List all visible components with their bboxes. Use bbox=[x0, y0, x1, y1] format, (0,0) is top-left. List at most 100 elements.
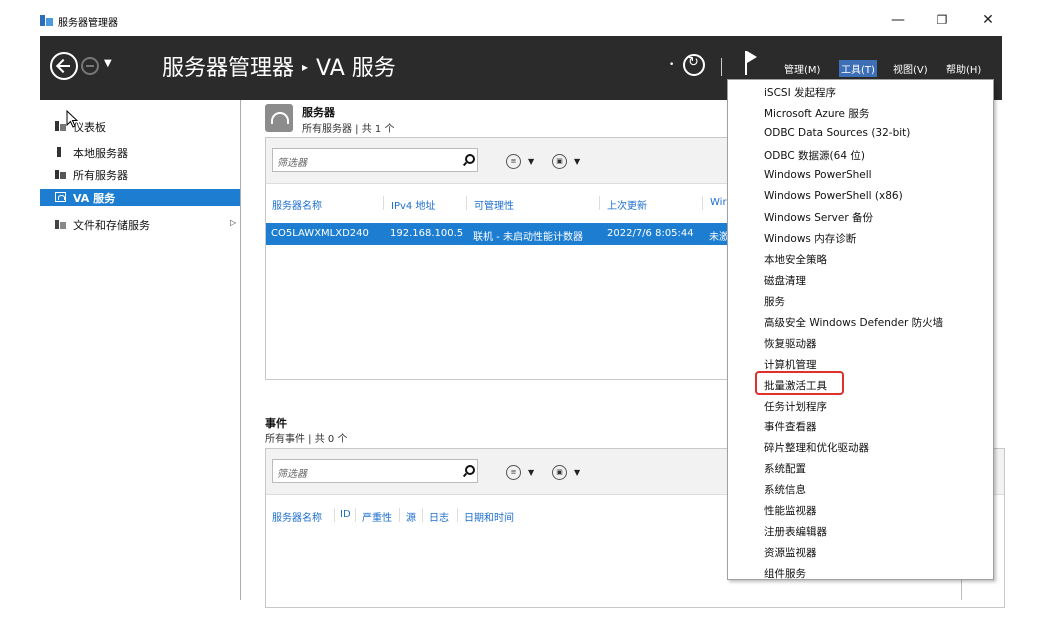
breadcrumb-root[interactable]: 服务器管理器 bbox=[162, 56, 294, 81]
title-bar: 服务器管理器 — ❐ ✕ bbox=[0, 0, 1038, 36]
column-header-source[interactable]: 源 bbox=[406, 509, 416, 524]
header-divider bbox=[721, 58, 722, 76]
breadcrumb-current: VA 服务 bbox=[316, 56, 396, 81]
filter-placeholder: 筛选器 bbox=[277, 158, 307, 169]
tools-menu-item[interactable]: 碎片整理和优化驱动器 bbox=[764, 440, 869, 455]
table-row[interactable]: CO5LAWXMLXD240 192.168.100.5 联机 - 未启动性能计… bbox=[266, 223, 734, 245]
cell-manageability: 联机 - 未启动性能计数器 bbox=[473, 232, 583, 243]
sidebar: 仪表板 本地服务器 所有服务器 VA 服务 文件和存储服务 ▷ bbox=[40, 100, 241, 600]
column-header-id[interactable]: ID bbox=[340, 509, 351, 520]
column-separator bbox=[702, 196, 703, 210]
server-manager-icon bbox=[40, 15, 53, 26]
column-separator bbox=[334, 508, 335, 522]
notifications-flag-icon[interactable] bbox=[745, 51, 759, 75]
chevron-down-icon[interactable]: ▼ bbox=[528, 157, 534, 166]
breadcrumb-separator: ▸ bbox=[302, 60, 309, 74]
search-icon[interactable] bbox=[463, 465, 475, 477]
tools-menu-item[interactable]: Windows PowerShell bbox=[764, 169, 872, 181]
servers-panel-subtitle: 所有服务器 | 共 1 个 bbox=[302, 124, 395, 135]
sidebar-item-local-server[interactable]: 本地服务器 bbox=[40, 144, 240, 161]
tools-menu-item[interactable]: 恢复驱动器 bbox=[764, 336, 817, 351]
menu-help[interactable]: 帮助(H) bbox=[946, 61, 981, 76]
tools-menu-item[interactable]: Microsoft Azure 服务 bbox=[764, 106, 869, 121]
tools-menu-item[interactable]: ODBC Data Sources (32-bit) bbox=[764, 127, 910, 139]
dashboard-icon bbox=[55, 121, 66, 131]
column-header-manageability[interactable]: 可管理性 bbox=[474, 197, 514, 212]
panel-edge bbox=[961, 580, 962, 600]
tools-menu-item[interactable]: 系统信息 bbox=[764, 482, 806, 497]
tools-menu-item[interactable]: 本地安全策略 bbox=[764, 252, 827, 267]
window-title: 服务器管理器 bbox=[58, 18, 118, 29]
filter-input[interactable]: 筛选器 bbox=[272, 148, 478, 172]
column-header-name[interactable]: 服务器名称 bbox=[272, 197, 322, 212]
tools-menu-item[interactable]: 系统配置 bbox=[764, 461, 806, 476]
list-options-icon[interactable]: ≡ bbox=[506, 465, 521, 480]
tools-menu-item[interactable]: iSCSI 发起程序 bbox=[764, 85, 836, 100]
tools-menu-item[interactable]: 组件服务 bbox=[764, 566, 806, 581]
servers-panel-title: 服务器 bbox=[302, 106, 335, 119]
tools-menu-item[interactable]: Windows Server 备份 bbox=[764, 210, 873, 225]
tools-menu-item[interactable]: 性能监视器 bbox=[764, 503, 817, 518]
refresh-icon[interactable] bbox=[683, 54, 705, 76]
tools-menu-item[interactable]: 高级安全 Windows Defender 防火墙 bbox=[764, 315, 943, 330]
mouse-cursor-icon bbox=[66, 110, 78, 128]
filter-input[interactable]: 筛选器 bbox=[272, 459, 478, 483]
column-header-name[interactable]: 服务器名称 bbox=[272, 509, 322, 524]
menu-manage[interactable]: 管理(M) bbox=[784, 61, 820, 76]
tools-menu-item[interactable]: 注册表编辑器 bbox=[764, 524, 827, 539]
tools-menu-item[interactable]: 磁盘清理 bbox=[764, 273, 806, 288]
cell-ipv4: 192.168.100.5 bbox=[390, 228, 464, 239]
tools-menu-item[interactable]: ODBC 数据源(64 位) bbox=[764, 148, 865, 163]
menu-tools[interactable]: 工具(T) bbox=[839, 60, 877, 77]
tools-menu-item[interactable]: Windows 内存诊断 bbox=[764, 231, 856, 246]
breadcrumb: 服务器管理器 ▸ VA 服务 bbox=[162, 50, 396, 82]
column-header-last-update[interactable]: 上次更新 bbox=[607, 197, 647, 212]
save-query-icon[interactable]: ▣ bbox=[552, 154, 567, 169]
chevron-down-icon[interactable]: ▼ bbox=[574, 157, 580, 166]
chevron-down-icon[interactable]: ▼ bbox=[104, 58, 112, 69]
events-panel-title: 事件 bbox=[265, 417, 287, 430]
list-options-icon[interactable]: ≡ bbox=[506, 154, 521, 169]
chevron-down-icon[interactable]: ▼ bbox=[574, 468, 580, 477]
sidebar-item-label: 所有服务器 bbox=[73, 169, 128, 182]
highlight-annotation-box bbox=[755, 371, 844, 395]
cell-last-update: 2022/7/6 8:05:44 bbox=[607, 228, 694, 239]
close-button[interactable]: ✕ bbox=[974, 8, 1002, 32]
sidebar-item-va-service[interactable]: VA 服务 bbox=[40, 189, 240, 206]
server-manager-window: 服务器管理器 — ❐ ✕ ▼ 服务器管理器 ▸ VA 服务 • 管理(M) 工具(T… bbox=[0, 0, 1038, 630]
sidebar-item-label: 文件和存储服务 bbox=[73, 219, 150, 232]
column-separator bbox=[399, 508, 400, 522]
expand-arrow-icon[interactable]: ▷ bbox=[230, 218, 236, 227]
minimize-button[interactable]: — bbox=[884, 8, 912, 32]
local-server-icon bbox=[55, 147, 66, 157]
tools-dropdown-menu: iSCSI 发起程序 Microsoft Azure 服务 ODBC Data So… bbox=[727, 79, 994, 580]
column-separator bbox=[383, 196, 384, 210]
chevron-down-icon[interactable]: ▼ bbox=[528, 468, 534, 477]
menu-view[interactable]: 视图(V) bbox=[893, 61, 928, 76]
tools-menu-item[interactable]: 计算机管理 bbox=[764, 357, 817, 372]
restore-button[interactable]: ❐ bbox=[928, 8, 956, 32]
sidebar-item-all-servers[interactable]: 所有服务器 bbox=[40, 166, 240, 183]
chevron-down-icon[interactable]: • bbox=[669, 60, 674, 70]
sidebar-item-file-storage[interactable]: 文件和存储服务 ▷ bbox=[40, 216, 240, 233]
forward-arrow-icon[interactable] bbox=[81, 57, 99, 75]
tools-menu-item[interactable]: 资源监视器 bbox=[764, 545, 817, 560]
filter-placeholder: 筛选器 bbox=[277, 469, 307, 480]
column-header-log[interactable]: 日志 bbox=[429, 509, 449, 524]
column-header-severity[interactable]: 严重性 bbox=[362, 509, 392, 524]
all-servers-icon bbox=[55, 169, 66, 179]
back-arrow-icon[interactable] bbox=[50, 52, 78, 80]
search-icon[interactable] bbox=[463, 154, 475, 166]
column-header-ipv4[interactable]: IPv4 地址 bbox=[391, 197, 435, 212]
column-header-datetime[interactable]: 日期和时间 bbox=[464, 509, 514, 524]
tools-menu-item[interactable]: 服务 bbox=[764, 294, 785, 309]
cell-server-name: CO5LAWXMLXD240 bbox=[271, 228, 369, 239]
tools-menu-item[interactable]: Windows PowerShell (x86) bbox=[764, 190, 903, 202]
column-header-windows[interactable]: Wir bbox=[710, 197, 727, 208]
tools-menu-item[interactable]: 事件查看器 bbox=[764, 419, 817, 434]
save-query-icon[interactable]: ▣ bbox=[552, 465, 567, 480]
tools-menu-item[interactable]: 任务计划程序 bbox=[764, 399, 827, 414]
column-separator bbox=[422, 508, 423, 522]
events-panel-subtitle: 所有事件 | 共 0 个 bbox=[265, 434, 348, 445]
column-separator bbox=[599, 196, 600, 210]
